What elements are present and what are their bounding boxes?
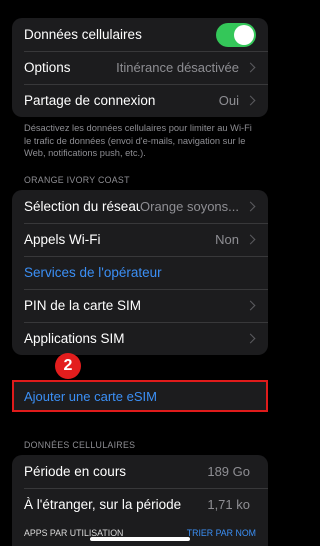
chevron-right-icon — [245, 333, 256, 344]
add-esim-label: Ajouter une carte eSIM — [24, 388, 157, 404]
chevron-right-icon — [245, 62, 256, 73]
current-period-label: Période en cours — [24, 464, 127, 479]
cellular-data-toggle[interactable] — [216, 22, 256, 47]
options-label: Options — [24, 60, 71, 75]
step-number-badge: 2 — [55, 353, 81, 379]
current-period-value: 189 Go — [207, 464, 250, 479]
carrier-settings-group: Sélection du réseau Orange soyons... App… — [12, 190, 268, 355]
network-selection-label: Sélection du réseau — [24, 199, 140, 214]
roaming-period-row: À l'étranger, sur la période 1,71 ko — [12, 488, 268, 521]
sim-apps-row[interactable]: Applications SIM — [12, 322, 268, 355]
roaming-period-label: À l'étranger, sur la période — [24, 497, 182, 512]
sim-pin-label: PIN de la carte SIM — [24, 298, 142, 313]
sort-by-name-button[interactable]: TRIER PAR NOM — [187, 528, 256, 538]
network-selection-row[interactable]: Sélection du réseau Orange soyons... — [12, 190, 268, 223]
carrier-header: ORANGE IVORY COAST — [24, 175, 130, 185]
sim-pin-row[interactable]: PIN de la carte SIM — [12, 289, 268, 322]
home-indicator[interactable] — [90, 537, 190, 541]
options-value: Itinérance désactivée — [116, 60, 239, 75]
wifi-calls-value: Non — [215, 232, 239, 247]
chevron-right-icon — [245, 201, 256, 212]
hotspot-value: Oui — [218, 93, 239, 108]
add-esim-button[interactable]: Ajouter une carte eSIM — [12, 380, 268, 412]
cellular-footnote: Désactivez les données cellulaires pour … — [24, 123, 252, 158]
chevron-right-icon — [245, 95, 256, 106]
carrier-services-link[interactable]: Services de l'opérateur — [24, 265, 256, 280]
wifi-calls-row[interactable]: Appels Wi-Fi Non — [12, 223, 268, 256]
cellular-data-label: Données cellulaires — [24, 27, 142, 42]
apps-usage-row: APPS PAR UTILISATION TRIER PAR NOM — [12, 520, 268, 546]
current-period-row: Période en cours 189 Go — [12, 455, 268, 488]
wifi-calls-label: Appels Wi-Fi — [24, 232, 101, 247]
sim-apps-label: Applications SIM — [24, 331, 125, 346]
chevron-right-icon — [245, 234, 256, 245]
hotspot-label: Partage de connexion — [24, 93, 156, 108]
roaming-period-value: 1,71 ko — [207, 497, 250, 512]
carrier-services-row[interactable]: Services de l'opérateur — [12, 256, 268, 289]
cellular-data-header: DONNÉES CELLULAIRES — [24, 440, 136, 450]
chevron-right-icon — [245, 300, 256, 311]
network-selection-value: Orange soyons... — [140, 199, 239, 214]
cellular-settings-group: Données cellulaires Options Itinérance d… — [12, 18, 268, 117]
usage-group: Période en cours 189 Go À l'étranger, su… — [12, 455, 268, 521]
toggle-knob — [234, 24, 254, 45]
options-row[interactable]: Options Itinérance désactivée — [12, 51, 268, 84]
cellular-data-row: Données cellulaires — [12, 18, 268, 51]
hotspot-row[interactable]: Partage de connexion Oui — [12, 84, 268, 117]
